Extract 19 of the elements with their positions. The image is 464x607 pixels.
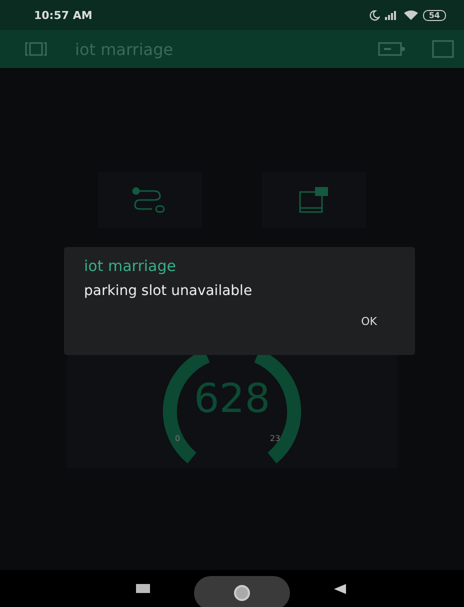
signal-icon xyxy=(384,10,399,20)
battery-indicator: 54 xyxy=(422,10,446,20)
gauge-min-label: 0 xyxy=(175,434,180,443)
ok-button[interactable]: OK xyxy=(359,313,379,330)
dialog-title: iot marriage xyxy=(84,257,177,275)
gauge-value: 628 xyxy=(192,376,272,422)
moon-icon xyxy=(368,10,380,20)
wifi-icon xyxy=(404,10,418,20)
phone-notification-icon xyxy=(299,187,329,213)
notification-widget[interactable] xyxy=(262,172,366,228)
square-icon[interactable] xyxy=(432,40,454,58)
device-icon[interactable] xyxy=(25,41,47,57)
back-icon[interactable] xyxy=(334,584,346,594)
battery-icon[interactable] xyxy=(378,41,406,57)
home-button[interactable] xyxy=(194,576,290,607)
status-time: 10:57 AM xyxy=(34,8,92,22)
gauge-max-label: 23 xyxy=(270,434,280,443)
route-widget[interactable] xyxy=(98,172,202,228)
dialog-message: parking slot unavailable xyxy=(84,283,254,299)
